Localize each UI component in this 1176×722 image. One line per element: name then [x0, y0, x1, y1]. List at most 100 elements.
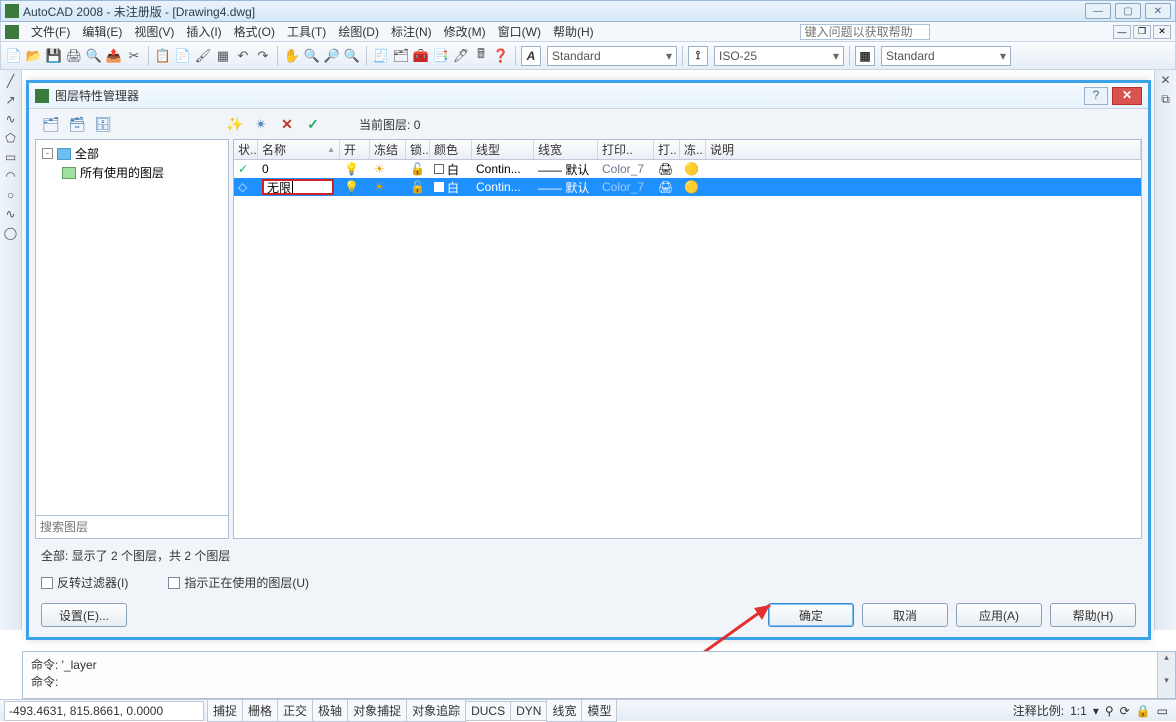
new-icon[interactable]: 📄	[5, 47, 23, 65]
dimstyle-dropdown[interactable]: ISO-25▾	[714, 46, 844, 66]
maximize-button[interactable]: ▢	[1115, 3, 1141, 19]
rect-icon[interactable]: ▭	[3, 150, 19, 166]
layer-row[interactable]: ✓ 0 💡 ☀ 🔓 白 Contin... —— 默认 Color_7 🖨 🟡	[234, 160, 1141, 178]
markup-icon[interactable]: 🖊	[452, 47, 470, 65]
menu-file[interactable]: 文件(F)	[25, 21, 76, 42]
invert-filter-checkbox[interactable]: 反转过滤器(I)	[41, 574, 128, 591]
col-on[interactable]: 开	[340, 140, 370, 159]
toggle-lwt[interactable]: 线宽	[546, 699, 582, 722]
anno-scale-value[interactable]: 1:1	[1070, 704, 1087, 718]
tablestyle-dropdown[interactable]: Standard▾	[881, 46, 1011, 66]
cut-icon[interactable]: ✂	[125, 47, 143, 65]
print-icon[interactable]: 🖨	[65, 47, 83, 65]
mdi-minimize-button[interactable]: —	[1113, 25, 1131, 39]
circle-icon[interactable]: ○	[3, 188, 19, 204]
line-icon[interactable]: ╱	[3, 74, 19, 90]
col-lwt[interactable]: 线宽	[534, 140, 598, 159]
dialog-titlebar[interactable]: 图层特性管理器 ? ✕	[29, 83, 1148, 109]
ltype-cell[interactable]: Contin...	[472, 162, 534, 176]
paste-icon[interactable]: 📄	[174, 47, 192, 65]
col-freeze[interactable]: 冻结	[370, 140, 406, 159]
menu-format[interactable]: 格式(O)	[228, 21, 281, 42]
toggle-ducs[interactable]: DUCS	[465, 701, 511, 721]
copy-icon[interactable]: 📋	[154, 47, 172, 65]
menu-insert[interactable]: 插入(I)	[180, 21, 227, 42]
copy2-icon[interactable]: ⧉	[1158, 92, 1174, 108]
toggle-model[interactable]: 模型	[581, 699, 617, 722]
zoom-rt-icon[interactable]: 🔍	[303, 47, 321, 65]
coordinates[interactable]: -493.4631, 815.8661, 0.0000	[4, 701, 204, 721]
menu-draw[interactable]: 绘图(D)	[332, 21, 385, 42]
filter-tree[interactable]: - 全部 所有使用的图层	[35, 139, 229, 539]
help-icon[interactable]: ❓	[492, 47, 510, 65]
zoom-prev-icon[interactable]: 🔍	[343, 47, 361, 65]
erase-icon[interactable]: ✕	[1158, 73, 1174, 89]
help-search-input[interactable]	[800, 24, 930, 40]
mdi-close-button[interactable]: ✕	[1153, 25, 1171, 39]
col-freezevp[interactable]: 冻..	[680, 140, 706, 159]
ssm-icon[interactable]: 📑	[432, 47, 450, 65]
tray-icon[interactable]: ▭	[1157, 704, 1168, 718]
layer-name-editing[interactable]: 无限	[258, 179, 340, 195]
textstyle-dropdown[interactable]: Standard▾	[547, 46, 677, 66]
command-scrollbar[interactable]: ▴▾	[1157, 652, 1175, 698]
command-prompt[interactable]: 命令:	[31, 673, 1149, 690]
layer-name[interactable]: 0	[258, 162, 340, 176]
search-layer-input[interactable]	[40, 520, 224, 534]
vpfreeze-icon[interactable]: 🟡	[680, 162, 706, 176]
calc-icon[interactable]: 🖩	[472, 47, 490, 65]
plotable-icon[interactable]: 🖨	[654, 180, 680, 194]
freeze-icon[interactable]: ☀	[370, 162, 406, 176]
redo-icon[interactable]: ↷	[254, 47, 272, 65]
state-mgr-icon[interactable]: 🗄	[93, 114, 113, 134]
layer-grid[interactable]: 状.. 名称▲ 开 冻结 锁.. 颜色 线型 线宽 打印.. 打.. 冻.. 说…	[233, 139, 1142, 539]
lwt-cell[interactable]: —— 默认	[534, 161, 598, 178]
layer-row[interactable]: ◇ 无限 💡 ☀ 🔓 白 Contin... —— 默认 Color_7 🖨 🟡	[234, 178, 1141, 196]
menu-window[interactable]: 窗口(W)	[492, 21, 547, 42]
col-plot[interactable]: 打印..	[598, 140, 654, 159]
arc-icon[interactable]: ◠	[3, 169, 19, 185]
plotable-icon[interactable]: 🖨	[654, 162, 680, 176]
dimstyle-icon[interactable]: ⟟	[688, 46, 708, 66]
textstyle-icon[interactable]: A	[521, 46, 541, 66]
set-current-icon[interactable]: ✓	[303, 114, 323, 134]
new-layer-icon[interactable]: ✨	[225, 114, 245, 134]
anno-scale-arrow[interactable]: ▾	[1093, 704, 1099, 718]
toggle-grid[interactable]: 栅格	[242, 699, 278, 722]
toggle-ortho[interactable]: 正交	[277, 699, 313, 722]
toggle-snap[interactable]: 捕捉	[207, 699, 243, 722]
anno-auto-icon[interactable]: ⟳	[1120, 704, 1130, 718]
ellipse-icon[interactable]: ◯	[3, 226, 19, 242]
properties-icon[interactable]: 🧾	[372, 47, 390, 65]
toggle-otrack[interactable]: 对象追踪	[406, 699, 466, 722]
color-cell[interactable]: 白	[430, 161, 472, 178]
minimize-button[interactable]: —	[1085, 3, 1111, 19]
dialog-help-button[interactable]: ?	[1084, 87, 1108, 105]
menu-view[interactable]: 视图(V)	[128, 21, 180, 42]
plot-cell[interactable]: Color_7	[598, 180, 654, 194]
new-filter-icon[interactable]: 🗂	[41, 114, 61, 134]
col-ltype[interactable]: 线型	[472, 140, 534, 159]
toggle-polar[interactable]: 极轴	[312, 699, 348, 722]
tp-icon[interactable]: 🧰	[412, 47, 430, 65]
lock-ui-icon[interactable]: 🔒	[1136, 704, 1151, 718]
dialog-close-button[interactable]: ✕	[1112, 87, 1142, 105]
anno-viz-icon[interactable]: ⚲	[1105, 704, 1114, 718]
freeze-icon[interactable]: ☀	[370, 180, 406, 194]
help-button[interactable]: 帮助(H)	[1050, 603, 1136, 627]
apply-button[interactable]: 应用(A)	[956, 603, 1042, 627]
vpfreeze-icon[interactable]: 🟡	[680, 180, 706, 194]
lock-icon[interactable]: 🔓	[406, 162, 430, 176]
ltype-cell[interactable]: Contin...	[472, 180, 534, 194]
col-desc[interactable]: 说明	[706, 140, 1141, 159]
close-button[interactable]: ✕	[1145, 3, 1171, 19]
save-icon[interactable]: 💾	[45, 47, 63, 65]
menu-edit[interactable]: 编辑(E)	[76, 21, 128, 42]
undo-icon[interactable]: ↶	[234, 47, 252, 65]
new-layer-vp-icon[interactable]: ✴	[251, 114, 271, 134]
col-color[interactable]: 颜色	[430, 140, 472, 159]
col-name[interactable]: 名称▲	[258, 140, 340, 159]
tree-root[interactable]: - 全部	[40, 144, 224, 163]
publish-icon[interactable]: 📤	[105, 47, 123, 65]
block-icon[interactable]: ▦	[214, 47, 232, 65]
